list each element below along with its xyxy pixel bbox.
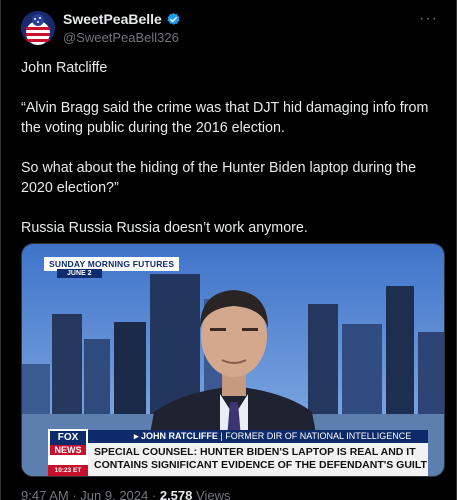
chyron-title: | FORMER DIR OF NATIONAL INTELLIGENCE: [220, 431, 412, 441]
show-date-banner: JUNE 2: [57, 269, 102, 278]
tweet-video[interactable]: SUNDAY MORNING FUTURES JUNE 2 FOX NEWS 1…: [21, 243, 445, 477]
tweet-text: John Ratcliffe “Alvin Bragg said the cri…: [21, 58, 441, 238]
avatar-flag-image: [21, 11, 55, 45]
fox-news-logo: FOX NEWS: [48, 429, 88, 465]
author-name-row: SweetPeaBelle: [63, 11, 181, 27]
fox-logo-top: FOX: [50, 431, 86, 445]
author-name[interactable]: SweetPeaBelle: [63, 11, 162, 27]
tweet-line-question: So what about the hiding of the Hunter B…: [21, 160, 417, 196]
views-count: 2,578: [159, 488, 193, 500]
post-date[interactable]: Jun 9, 2024: [80, 488, 148, 500]
avatar[interactable]: [21, 11, 55, 45]
chyron-name: ▸ JOHN RATCLIFFE: [134, 431, 218, 441]
tweet-meta: 9:47 AM · Jun 9, 2024 · 2,578 Views: [21, 488, 230, 500]
meta-separator: ·: [72, 488, 77, 500]
tweet-line-speaker: John Ratcliffe: [21, 60, 108, 76]
tweet-line-closing: Russia Russia Russia doesn’t work anymor…: [21, 220, 308, 236]
broadcast-clock: 10:23 ET: [48, 465, 88, 476]
chyron-headline-line-2: CONTAINS SIGNIFICANT EVIDENCE OF THE DEF…: [94, 459, 427, 471]
tweet-post[interactable]: SweetPeaBelle @SweetPeaBell326 ··· John …: [0, 0, 457, 500]
author-handle[interactable]: @SweetPeaBell326: [63, 30, 179, 45]
fox-logo-bottom: NEWS: [50, 445, 86, 455]
chyron-headline-line-1: SPECIAL COUNSEL: HUNTER BIDEN'S LAPTOP I…: [94, 446, 416, 458]
more-icon[interactable]: ···: [419, 10, 438, 28]
chyron-headline: SPECIAL COUNSEL: HUNTER BIDEN'S LAPTOP I…: [88, 443, 428, 476]
meta-separator-2: ·: [151, 488, 157, 500]
views-label: Views: [196, 488, 231, 500]
tweet-line-quote: “Alvin Bragg said the crime was that DJT…: [21, 100, 429, 136]
verified-badge-icon: [167, 12, 180, 25]
chyron-name-bar: ▸ JOHN RATCLIFFE | FORMER DIR OF NATIONA…: [88, 430, 428, 443]
post-time[interactable]: 9:47 AM: [21, 488, 69, 500]
